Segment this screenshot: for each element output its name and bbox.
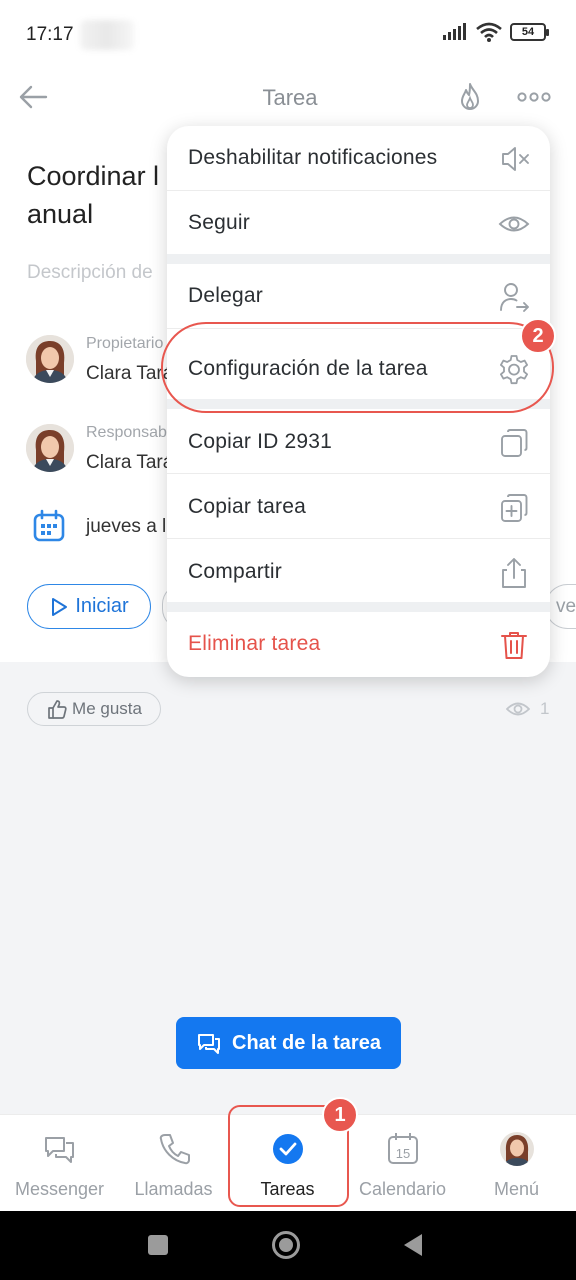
chat-bubbles-icon — [44, 1137, 74, 1163]
annotation-badge-1: 1 — [322, 1097, 358, 1133]
copy-add-icon — [501, 494, 528, 522]
menu-item-label: Deshabilitar notificaciones — [188, 146, 438, 169]
start-button[interactable]: Iniciar — [27, 584, 151, 629]
status-icons: 54 — [442, 22, 549, 42]
mute-icon — [502, 147, 529, 171]
trash-icon — [501, 632, 527, 659]
menu-item-copy-task[interactable]: Copiar tarea — [167, 475, 550, 539]
task-description[interactable]: Descripción de — [27, 262, 168, 284]
menu-item-label: Eliminar tarea — [188, 632, 321, 655]
owner-role-label: Propietario — [86, 335, 164, 352]
deadline-text: jueves a las — [86, 516, 168, 537]
delegate-user-icon — [500, 283, 529, 312]
task-chat-button[interactable]: Chat de la tarea — [176, 1017, 401, 1069]
start-button-label: Iniciar — [75, 595, 129, 617]
owner-row[interactable]: Propietario Clara Tarás — [26, 335, 168, 395]
home-icon[interactable] — [271, 1230, 301, 1260]
menu-item-label: Seguir — [188, 211, 250, 234]
task-chat-label: Chat de la tarea — [232, 1031, 381, 1054]
system-navigation-bar — [0, 1211, 576, 1280]
page-title: Tarea — [262, 85, 318, 110]
top-bar: Tarea — [0, 70, 576, 126]
menu-item-delete-task[interactable]: Eliminar tarea — [167, 612, 550, 676]
task-title-line-2[interactable]: anual — [27, 195, 93, 233]
highlight-task-settings — [161, 322, 554, 413]
calendar-day: 15 — [395, 1146, 409, 1161]
menu-item-copy-id[interactable]: Copiar ID 2931 — [167, 410, 550, 474]
deadline-row[interactable]: jueves a las — [32, 509, 168, 543]
responsible-name: Clara Tarás — [86, 452, 168, 473]
avatar — [26, 424, 74, 472]
avatar-icon — [499, 1132, 534, 1166]
avatar — [26, 335, 74, 383]
nav-calls-label: Llamadas — [134, 1179, 213, 1199]
signal-icon — [443, 23, 466, 40]
nav-messenger[interactable]: Messenger — [2, 1115, 117, 1212]
nav-menu-label: Menú — [493, 1179, 540, 1199]
nav-calls[interactable]: Llamadas — [116, 1115, 231, 1212]
calendar-icon: 15 — [387, 1133, 418, 1164]
battery-indicator: 54 — [510, 23, 549, 41]
flame-icon[interactable] — [456, 82, 484, 112]
views-count: 1 — [540, 699, 550, 718]
recents-icon[interactable] — [147, 1234, 169, 1256]
back-icon[interactable] — [402, 1233, 424, 1257]
menu-group-separator — [167, 254, 550, 264]
nav-calendar-label: Calendario — [358, 1179, 447, 1199]
nav-menu[interactable]: Menú — [459, 1115, 574, 1212]
menu-item-share[interactable]: Compartir — [167, 540, 550, 604]
eye-icon — [506, 702, 530, 716]
annotation-badge-2: 2 — [520, 318, 556, 354]
menu-divider — [167, 473, 550, 474]
status-bar: 17:17 54 — [0, 0, 576, 70]
menu-item-label: Delegar — [188, 284, 263, 307]
wifi-icon — [476, 22, 502, 42]
menu-item-follow[interactable]: Seguir — [167, 191, 550, 255]
chat-icon — [198, 1034, 221, 1054]
menu-divider — [167, 538, 550, 539]
share-icon — [502, 558, 526, 588]
menu-item-delegate[interactable]: Delegar — [167, 264, 550, 328]
nav-messenger-label: Messenger — [14, 1179, 105, 1199]
menu-group-separator — [167, 602, 550, 612]
more-options-icon[interactable] — [517, 86, 551, 108]
menu-item-disable-notifications[interactable]: Deshabilitar notificaciones — [167, 126, 550, 190]
like-button[interactable]: Me gusta — [27, 692, 161, 726]
calendar-icon — [33, 509, 65, 542]
like-label: Me gusta — [72, 699, 142, 718]
responsible-role-label: Responsable — [86, 424, 168, 441]
view-more-label: ve — [556, 596, 576, 617]
thumbs-up-icon — [48, 700, 67, 719]
status-blurred-area — [80, 20, 134, 50]
status-time: 17:17 — [26, 24, 74, 45]
task-title[interactable]: Coordinar l — [27, 157, 167, 195]
views-counter: 1 — [506, 699, 549, 719]
nav-calendar[interactable]: 15 Calendario — [345, 1115, 460, 1212]
copy-icon — [501, 429, 528, 457]
menu-item-label: Copiar tarea — [188, 495, 306, 518]
owner-name: Clara Tarás — [86, 363, 168, 384]
menu-item-label: Copiar ID 2931 — [188, 430, 333, 453]
eye-icon — [498, 216, 530, 232]
phone-icon — [159, 1134, 190, 1165]
play-icon — [52, 597, 68, 616]
menu-item-label: Compartir — [188, 560, 282, 583]
responsible-row[interactable]: Responsable Clara Tarás — [26, 424, 168, 484]
